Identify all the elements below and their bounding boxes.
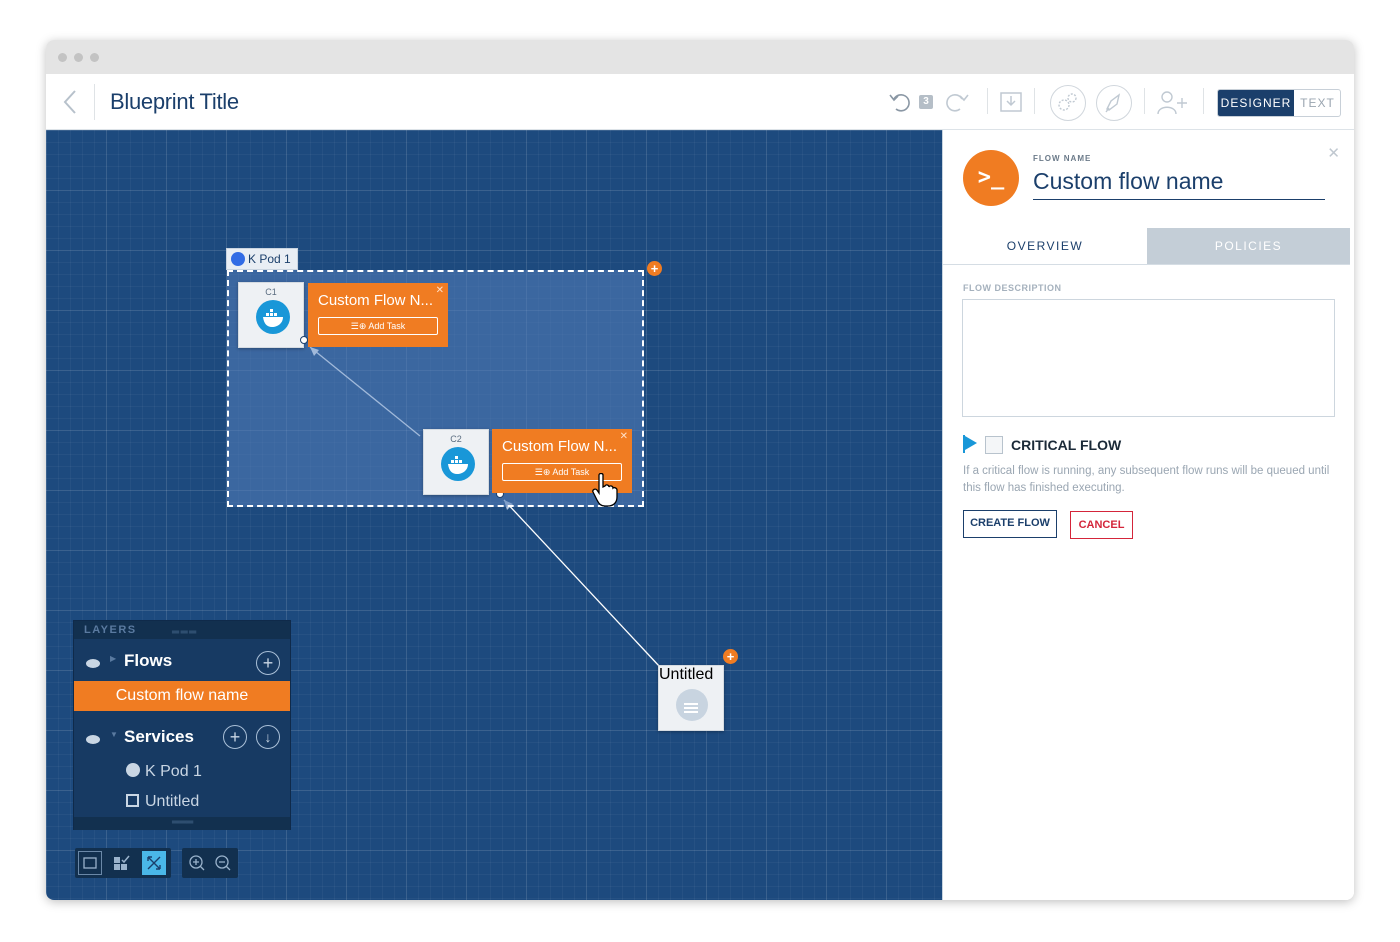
eye-icon[interactable] (86, 735, 100, 744)
save-icon[interactable] (999, 90, 1023, 114)
zoom-in-icon[interactable] (185, 851, 209, 875)
eye-icon[interactable] (86, 659, 100, 668)
flow-properties-panel: >_ FLOW NAME Custom flow name ✕ OVERVIEW… (942, 130, 1354, 900)
layers-flows-label: Flows (124, 651, 173, 670)
add-flow-icon[interactable]: + (256, 651, 280, 675)
canvas-toolbar (75, 848, 171, 878)
docker-icon (441, 447, 475, 481)
divider (94, 84, 95, 120)
layers-footer[interactable]: ═══ (74, 817, 290, 830)
undo-count-badge: 3 (919, 95, 933, 109)
view-mode-toggle: DESIGNER TEXT (1217, 89, 1341, 117)
fit-screen-icon[interactable] (78, 851, 102, 875)
docker-icon (256, 300, 290, 334)
app-header: Blueprint Title 3 DESIGNER TEXT (46, 74, 1354, 130)
layers-flows-row[interactable]: ▶ Flows + (74, 651, 290, 675)
flow-card-name: Custom Flow N... (502, 438, 618, 455)
connection-handle[interactable] (300, 336, 308, 344)
cancel-button[interactable]: CANCEL (1070, 511, 1133, 539)
text-toggle-button[interactable]: TEXT (1294, 90, 1340, 116)
container-node-c2[interactable]: C2 (423, 429, 489, 495)
critical-flow-checkbox[interactable] (985, 436, 1003, 454)
pod-label[interactable]: K Pod 1 (226, 248, 298, 270)
untitled-add-icon[interactable]: + (723, 649, 738, 664)
window-titlebar (46, 40, 1354, 74)
add-task-label: Add Task (368, 321, 406, 331)
divider (1144, 88, 1145, 114)
selected-flow-item[interactable]: Custom flow name (74, 681, 290, 711)
undo-icon[interactable] (886, 91, 914, 113)
page-title: Blueprint Title (110, 89, 239, 114)
settings-gears-icon[interactable] (1050, 85, 1086, 121)
blueprint-canvas[interactable]: K Pod 1 + C1 Custom Flow N... ✕ ☰⊕ Add T… (46, 130, 942, 900)
tab-divider (943, 264, 1350, 265)
flow-card-name: Custom Flow N... (318, 292, 434, 309)
close-icon[interactable]: ✕ (1327, 144, 1340, 162)
back-arrow-icon[interactable] (60, 89, 82, 115)
tab-overview[interactable]: OVERVIEW (943, 228, 1147, 264)
expand-arrow-icon[interactable]: ▶ (110, 654, 116, 663)
zoom-out-icon[interactable] (211, 851, 235, 875)
flow-name-input[interactable]: Custom flow name (1033, 168, 1325, 200)
container-label: C2 (450, 434, 462, 444)
window-dot[interactable] (58, 53, 67, 62)
zoom-toolbar (182, 848, 238, 878)
layer-service-label: Untitled (145, 793, 200, 810)
flow-card[interactable]: Custom Flow N... ✕ ☰⊕ Add Task (308, 283, 448, 347)
untitled-label: Untitled (659, 666, 714, 683)
divider (1203, 88, 1204, 114)
add-task-label: Add Task (552, 467, 590, 477)
close-icon[interactable]: ✕ (436, 285, 444, 296)
add-task-icon: ☰⊕ (534, 467, 553, 477)
layer-service-item[interactable]: K Pod 1 (126, 763, 202, 781)
expand-icon[interactable] (142, 851, 166, 875)
terminal-icon: >_ (963, 150, 1019, 206)
layer-service-label: K Pod 1 (145, 763, 202, 780)
tab-policies[interactable]: POLICIES (1147, 228, 1350, 264)
layers-services-row[interactable]: ▼ Services + ↓ (74, 725, 290, 751)
app-window: Blueprint Title 3 DESIGNER TEXT K Pod 1 (46, 40, 1354, 900)
untitled-service-node[interactable]: Untitled (658, 665, 724, 731)
drag-handle-icon[interactable]: ═══ (172, 624, 198, 642)
deploy-rocket-icon[interactable] (1096, 85, 1132, 121)
create-flow-button[interactable]: CREATE FLOW (963, 510, 1057, 538)
layers-services-label: Services (124, 727, 194, 746)
document-icon (126, 794, 139, 807)
pod-add-icon[interactable]: + (647, 261, 662, 276)
flow-name-label: FLOW NAME (1033, 154, 1092, 163)
critical-flow-help: If a critical flow is running, any subse… (963, 465, 1330, 494)
designer-toggle-button[interactable]: DESIGNER (1218, 90, 1294, 116)
add-task-icon: ☰⊕ (350, 321, 369, 331)
pod-label-text: K Pod 1 (248, 252, 291, 266)
divider (987, 88, 988, 114)
add-user-icon[interactable] (1156, 88, 1190, 116)
flag-icon (965, 436, 977, 450)
critical-flow-label: CRITICAL FLOW (1011, 437, 1122, 453)
layers-header-label: LAYERS (84, 624, 137, 636)
flow-description-textarea[interactable] (962, 299, 1335, 417)
drag-handle-icon[interactable]: ═══ (172, 817, 193, 828)
layers-header[interactable]: LAYERS ═══ (74, 621, 290, 639)
add-service-icon[interactable]: + (223, 725, 247, 749)
download-icon[interactable]: ↓ (256, 725, 280, 749)
layer-service-item[interactable]: Untitled (126, 793, 199, 811)
window-dot[interactable] (74, 53, 83, 62)
kubernetes-icon (231, 252, 245, 266)
kubernetes-icon (126, 763, 140, 777)
add-task-button[interactable]: ☰⊕ Add Task (318, 317, 438, 335)
container-node-c1[interactable]: C1 (238, 282, 304, 348)
divider (1034, 88, 1035, 114)
collapse-arrow-icon[interactable]: ▼ (110, 730, 118, 739)
pointer-hand-icon (592, 473, 618, 507)
database-icon (676, 689, 708, 721)
window-dot[interactable] (90, 53, 99, 62)
close-icon[interactable]: ✕ (620, 431, 628, 442)
redo-icon[interactable] (944, 91, 972, 113)
grid-check-icon[interactable] (110, 851, 134, 875)
container-label: C1 (265, 287, 277, 297)
layers-panel: LAYERS ═══ ▶ Flows + Custom flow name ▼ S… (73, 620, 291, 830)
flow-description-label: FLOW DESCRIPTION (963, 283, 1062, 293)
